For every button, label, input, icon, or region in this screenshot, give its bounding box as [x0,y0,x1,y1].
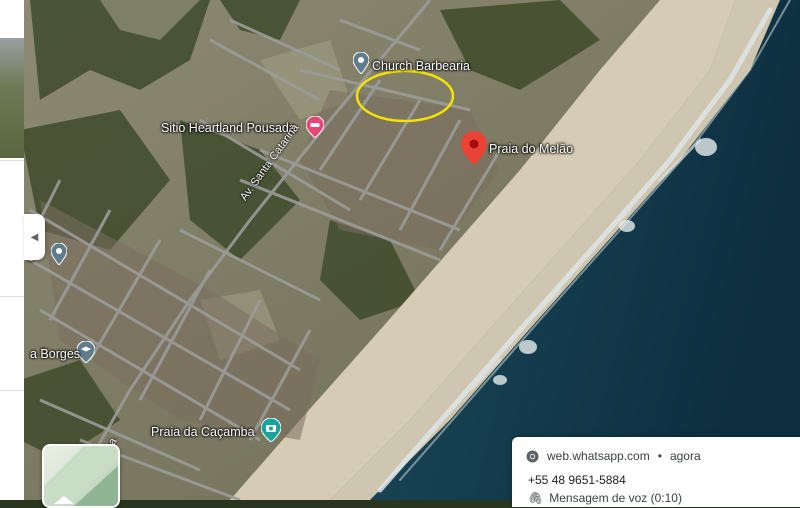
side-panel [0,0,24,500]
layers-button[interactable] [42,444,120,508]
attachment-icon: 🖇 [528,491,544,505]
panel-divider [0,296,24,297]
chevron-left-icon: ◀ [30,231,39,243]
panel-divider [0,160,24,161]
camera-pin-icon[interactable] [260,417,282,447]
panel-divider [0,390,24,391]
layers-icon [44,446,118,506]
satellite-map[interactable]: Church Barbearia Sitio Heartland Pousada… [0,0,800,500]
notification-message: Mensagem de voz (0:10) [549,491,682,505]
map-imagery [0,0,800,500]
place-label-praia-melao[interactable]: Praia do Melão [489,142,573,156]
place-label-praia-cacamba[interactable]: Praia da Caçamba [151,425,255,439]
collapse-panel-button[interactable]: ◀ [24,214,45,260]
map-pin-grey-icon[interactable] [50,242,68,270]
place-label-church-barbearia[interactable]: Church Barbearia [372,59,470,73]
map-pin-grey-icon[interactable] [352,51,370,79]
place-label-sitio-heartland[interactable]: Sitio Heartland Pousada [161,121,296,135]
notification-phone: +55 48 9651-5884 [528,473,626,487]
notification-source: web.whatsapp.com [547,449,650,463]
notification-separator: • [657,449,662,463]
notification-toast[interactable]: web.whatsapp.com • agora +55 48 9651-588… [512,437,800,507]
red-location-pin-icon[interactable] [461,131,487,170]
chrome-icon [526,450,539,462]
place-label-borges[interactable]: a Borges [30,347,80,361]
notification-time: agora [669,449,701,463]
hotel-pin-icon[interactable] [305,115,325,143]
side-panel-photo[interactable] [0,38,24,158]
